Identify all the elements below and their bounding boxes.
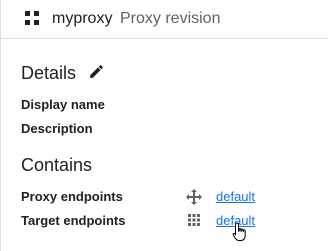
target-endpoints-label: Target endpoints bbox=[21, 213, 126, 228]
contains-heading: Contains bbox=[21, 155, 93, 175]
move-arrows-icon bbox=[186, 189, 202, 205]
header: myproxy Proxy revision bbox=[1, 0, 328, 39]
details-heading: Details bbox=[21, 63, 77, 83]
grid-dots-icon bbox=[188, 214, 200, 226]
description-label: Description bbox=[21, 121, 93, 136]
proxy-name: myproxy bbox=[52, 10, 113, 27]
display-name-label: Display name bbox=[21, 97, 105, 112]
proxy-details-panel: myproxy Proxy revision Details Display n… bbox=[0, 0, 328, 251]
proxy-endpoints-label: Proxy endpoints bbox=[21, 189, 123, 204]
proxy-revision-subtitle: Proxy revision bbox=[120, 10, 221, 27]
edit-icon[interactable] bbox=[88, 63, 105, 80]
apps-grid-icon[interactable] bbox=[25, 11, 39, 25]
proxy-endpoint-default-link[interactable]: default bbox=[216, 189, 255, 205]
hand-cursor-icon bbox=[232, 222, 246, 241]
